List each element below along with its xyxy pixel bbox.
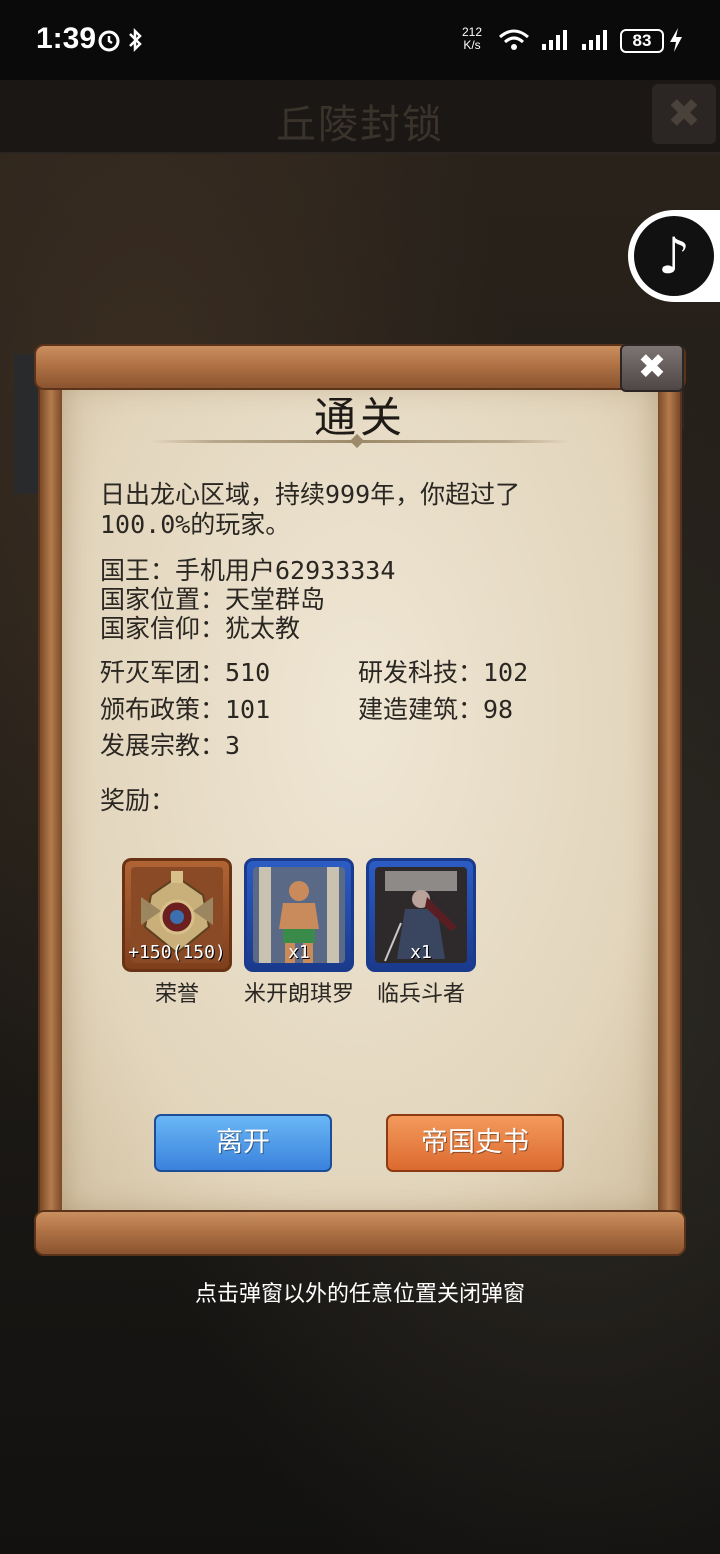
clock: 1:39 bbox=[36, 22, 97, 55]
dialog-title: 通关 bbox=[313, 393, 406, 442]
reward-count: x1 bbox=[410, 942, 432, 963]
empire-history-button[interactable]: 帝国史书 bbox=[386, 1114, 564, 1172]
scroll-side-right bbox=[656, 374, 682, 1220]
battery-indicator: 83 bbox=[620, 29, 664, 53]
result-summary: 日出龙心区域，持续999年，你超过了 100.0%的玩家。 bbox=[100, 480, 600, 540]
country-location: 国家位置：天堂群岛 bbox=[100, 585, 326, 614]
signal-icon-2 bbox=[582, 30, 607, 50]
game-title: 丘陵封锁 bbox=[276, 102, 444, 148]
reward-honor[interactable]: +150(150) bbox=[122, 858, 232, 972]
stat-religions: 发展宗教：3 bbox=[100, 731, 241, 760]
stat-armies-destroyed: 歼灭军团：510 bbox=[100, 658, 271, 687]
speed-unit: K/s bbox=[463, 38, 481, 52]
summary-line-1: 日出龙心区域，持续999年，你超过了 bbox=[100, 480, 521, 509]
rewards-label: 奖励： bbox=[100, 786, 176, 815]
signal-icon bbox=[542, 30, 567, 50]
tiktok-icon: ♪ bbox=[634, 216, 714, 296]
alarm-icon bbox=[98, 30, 120, 52]
tiktok-float-button[interactable]: ♪ bbox=[628, 210, 720, 302]
bluetooth-icon bbox=[129, 27, 142, 53]
network-speed: 212 K/s bbox=[462, 26, 482, 52]
wifi-icon bbox=[499, 29, 529, 50]
game-close-button[interactable]: ✖ bbox=[652, 84, 716, 144]
country-faith: 国家信仰：犹太教 bbox=[100, 614, 301, 643]
summary-line-2: 100.0%的玩家。 bbox=[100, 510, 291, 539]
reward-warrior[interactable]: x1 bbox=[366, 858, 476, 972]
scroll-roll-bottom bbox=[34, 1210, 686, 1256]
scroll-side-left bbox=[38, 374, 64, 1220]
stat-buildings: 建造建筑：98 bbox=[358, 695, 514, 724]
reward-michelangelo[interactable]: x1 bbox=[244, 858, 354, 972]
reward-count: +150(150) bbox=[128, 942, 226, 963]
king-name: 国王：手机用户62933334 bbox=[100, 556, 396, 585]
leave-button[interactable]: 离开 bbox=[154, 1114, 332, 1172]
status-bar: 1:39 212 K/s 83 bbox=[0, 0, 720, 80]
stat-policies: 颁布政策：101 bbox=[100, 695, 271, 724]
stat-tech-researched: 研发科技：102 bbox=[358, 658, 529, 687]
game-header: 丘陵封锁 ✖ bbox=[0, 80, 720, 154]
reward-count: x1 bbox=[288, 942, 310, 963]
reward-name: 临兵斗者 bbox=[376, 982, 465, 1007]
charging-icon bbox=[670, 28, 682, 52]
close-hint: 点击弹窗以外的任意位置关闭弹窗 bbox=[194, 1282, 525, 1307]
